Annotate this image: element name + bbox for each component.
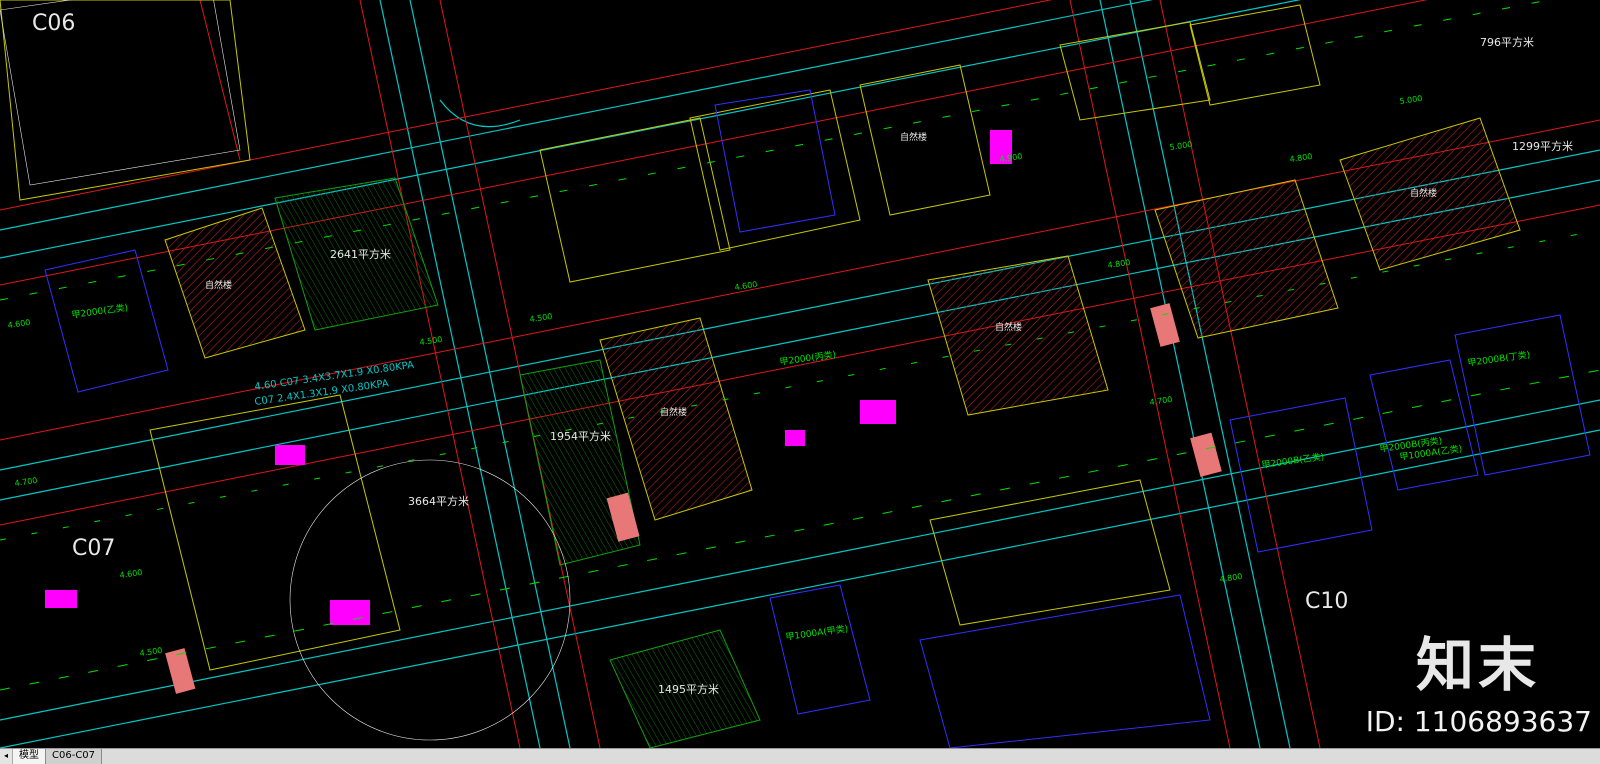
elevation-mark: 4.600 — [734, 280, 758, 292]
area-label: 2641平方米 — [330, 247, 391, 261]
elevation-mark: 4.500 — [139, 646, 163, 658]
annotation-marks — [0, 0, 1600, 741]
building-label: 甲2000B(乙类) — [1261, 450, 1325, 471]
tab-model[interactable]: 模型 — [13, 749, 46, 764]
building-note: 自然楼 — [995, 321, 1022, 333]
area-label: 1299平方米 — [1512, 139, 1573, 153]
building-label: 甲2000(丙类) — [779, 348, 837, 368]
watermark-logo: 知末 — [1415, 631, 1540, 699]
building-label: 甲1000A(甲类) — [785, 622, 849, 643]
block-label: C10 — [1305, 589, 1348, 614]
elevation-mark: 5.000 — [1399, 94, 1423, 106]
area-label: 796平方米 — [1480, 35, 1534, 49]
building-note: 自然楼 — [900, 131, 927, 143]
elevation-mark: 4.600 — [119, 568, 143, 580]
layout-tab-bar: ◂ 模型 C06-C07 — [0, 748, 1600, 764]
elevation-mark: 5.000 — [1169, 140, 1193, 152]
elevation-mark: 4.800 — [1289, 152, 1313, 164]
site-plan-drawing: C06 C07 C10 796平方米 1299平方米 2641平方米 1954平方米 3664… — [0, 0, 1600, 748]
elevation-mark: 4.800 — [1219, 572, 1243, 584]
area-label: 1495平方米 — [658, 682, 719, 696]
building-note: 自然楼 — [205, 279, 232, 291]
block-label: C07 — [72, 536, 115, 561]
area-label: 3664平方米 — [408, 494, 469, 508]
watermark-id: ID: 1106893637 — [1365, 705, 1592, 738]
drawing-labels: C06 C07 C10 796平方米 1299平方米 2641平方米 1954平方米 3664… — [7, 11, 1573, 696]
elevation-mark: 4.700 — [1149, 395, 1173, 407]
block-label: C06 — [32, 11, 75, 36]
elevation-mark: 4.900 — [999, 152, 1023, 164]
building-label: 甲2000(乙类) — [71, 301, 129, 321]
tab-layout-c06-c07[interactable]: C06-C07 — [46, 749, 103, 764]
tab-scroll-left-icon[interactable]: ◂ — [0, 749, 13, 764]
building-note: 自然楼 — [1410, 187, 1437, 199]
elevation-mark: 4.600 — [7, 318, 31, 330]
building-note: 自然楼 — [660, 406, 687, 418]
elevation-mark: 4.500 — [419, 335, 443, 347]
cad-drawing-canvas[interactable]: C06 C07 C10 796平方米 1299平方米 2641平方米 1954平方米 3664… — [0, 0, 1600, 748]
elevation-mark: 4.700 — [14, 476, 38, 488]
building-label: 甲2000B(丁类) — [1467, 348, 1531, 369]
area-label: 1954平方米 — [550, 429, 611, 443]
elevation-mark: 4.500 — [529, 312, 553, 324]
